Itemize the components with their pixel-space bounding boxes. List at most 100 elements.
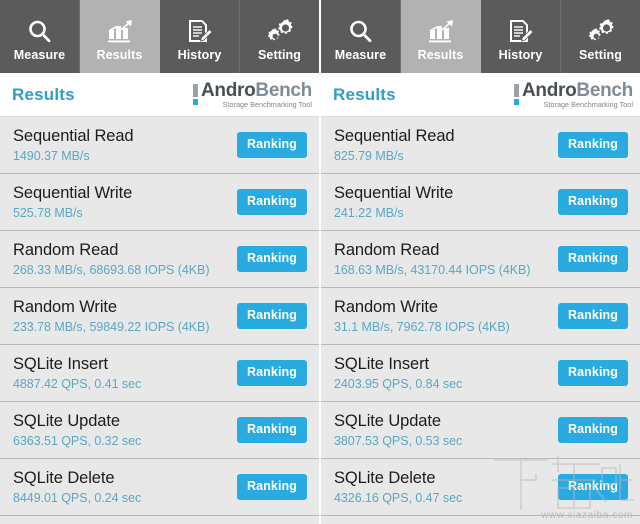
tab-setting[interactable]: Setting: [240, 0, 319, 73]
benchmark-name: SQLite Delete: [334, 468, 436, 487]
tab-history[interactable]: History: [160, 0, 240, 73]
logo-andro: Andro: [200, 79, 256, 101]
row-texts: Sequential Write 525.78 MB/s: [13, 183, 132, 222]
document-pencil-icon: [186, 11, 213, 45]
table-row[interactable]: SQLite Insert 4887.42 QPS, 0.41 sec Rank…: [0, 345, 319, 402]
logo-text: AndroBench Storage Benchmarking Tool: [522, 81, 633, 108]
row-texts: Random Read 268.33 MB/s, 68693.68 IOPS (…: [13, 240, 209, 279]
benchmark-name: SQLite Update: [13, 411, 120, 430]
logo-bars-icon: [192, 83, 198, 106]
benchmark-name: SQLite Delete: [13, 468, 115, 487]
ranking-button[interactable]: Ranking: [557, 474, 628, 500]
logo-bars-icon: [513, 83, 519, 106]
ranking-button[interactable]: Ranking: [557, 132, 628, 158]
table-row[interactable]: Random Write 233.78 MB/s, 59849.22 IOPS …: [0, 288, 319, 345]
tab-measure[interactable]: Measure: [0, 0, 80, 73]
benchmark-value: 4326.16 QPS, 0.47 sec: [334, 490, 463, 505]
page-title: Results: [12, 84, 75, 104]
tab-measure-label: Measure: [334, 48, 387, 62]
row-texts: SQLite Update 3807.53 QPS, 0.53 sec: [334, 411, 462, 450]
ranking-button[interactable]: Ranking: [557, 189, 628, 215]
ranking-button[interactable]: Ranking: [236, 246, 307, 272]
row-texts: SQLite Insert 4887.42 QPS, 0.41 sec: [13, 354, 141, 393]
ranking-button[interactable]: Ranking: [557, 303, 628, 329]
tab-setting[interactable]: Setting: [561, 0, 640, 73]
row-texts: Random Read 168.63 MB/s, 43170.44 IOPS (…: [334, 240, 530, 279]
logo-tagline: Storage Benchmarking Tool: [543, 99, 633, 109]
tab-bar-right: Measure Results History Setting: [321, 0, 640, 73]
row-texts: SQLite Delete 4326.16 QPS, 0.47 sec: [334, 468, 462, 507]
benchmark-value: 3807.53 QPS, 0.53 sec: [334, 433, 463, 448]
panel-right-device: Measure Results History Setting Results …: [321, 0, 640, 524]
benchmark-value: 31.1 MB/s, 7962.78 IOPS (4KB): [334, 319, 510, 334]
benchmark-name: Random Write: [334, 297, 438, 316]
benchmark-value: 525.78 MB/s: [13, 205, 83, 220]
bar-chart-icon: [427, 11, 455, 45]
benchmark-value: 233.78 MB/s, 59849.22 IOPS (4KB): [13, 319, 210, 334]
tab-measure[interactable]: Measure: [321, 0, 401, 73]
table-row[interactable]: Sequential Write 525.78 MB/s Ranking: [0, 174, 319, 231]
tab-setting-label: Setting: [257, 48, 302, 62]
ranking-button[interactable]: Ranking: [236, 303, 307, 329]
tab-setting-label: Setting: [578, 48, 623, 62]
tab-results[interactable]: Results: [80, 0, 160, 73]
benchmark-value: 168.63 MB/s, 43170.44 IOPS (4KB): [334, 262, 531, 277]
row-texts: SQLite Update 6363.51 QPS, 0.32 sec: [13, 411, 141, 450]
result-list-right: Sequential Read 825.79 MB/s Ranking Sequ…: [321, 117, 640, 524]
table-row[interactable]: Sequential Read 1490.37 MB/s Ranking: [0, 117, 319, 174]
row-texts: Random Write 233.78 MB/s, 59849.22 IOPS …: [13, 297, 209, 336]
ranking-button[interactable]: Ranking: [236, 417, 307, 443]
benchmark-value: 6363.51 QPS, 0.32 sec: [13, 433, 142, 448]
logo-text: AndroBench Storage Benchmarking Tool: [201, 81, 312, 108]
table-row[interactable]: Random Write 31.1 MB/s, 7962.78 IOPS (4K…: [321, 288, 640, 345]
tab-history[interactable]: History: [481, 0, 561, 73]
ranking-button[interactable]: Ranking: [236, 132, 307, 158]
benchmark-name: SQLite Insert: [334, 354, 429, 373]
result-list-left: Sequential Read 1490.37 MB/s Ranking Seq…: [0, 117, 319, 524]
ranking-button[interactable]: Ranking: [557, 417, 628, 443]
logo-bench: Bench: [576, 79, 633, 101]
magnifier-icon: [348, 11, 374, 45]
benchmark-name: Sequential Read: [334, 126, 455, 145]
benchmark-name: SQLite Update: [334, 411, 441, 430]
benchmark-value: 825.79 MB/s: [334, 148, 404, 163]
table-row[interactable]: SQLite Delete 4326.16 QPS, 0.47 sec Rank…: [321, 459, 640, 516]
table-row[interactable]: SQLite Update 3807.53 QPS, 0.53 sec Rank…: [321, 402, 640, 459]
document-pencil-icon: [507, 11, 534, 45]
row-texts: Sequential Write 241.22 MB/s: [334, 183, 453, 222]
benchmark-value: 268.33 MB/s, 68693.68 IOPS (4KB): [13, 262, 210, 277]
app-screenshot: Measure Results History Setting Results …: [0, 0, 640, 524]
ranking-button[interactable]: Ranking: [557, 246, 628, 272]
tab-history-label: History: [498, 48, 543, 62]
row-texts: SQLite Insert 2403.95 QPS, 0.84 sec: [334, 354, 462, 393]
panel-left-device: Measure Results History Setting Results …: [0, 0, 319, 524]
logo-tagline: Storage Benchmarking Tool: [222, 99, 312, 109]
table-row[interactable]: Sequential Read 825.79 MB/s Ranking: [321, 117, 640, 174]
benchmark-name: Sequential Write: [13, 183, 133, 202]
benchmark-name: SQLite Insert: [13, 354, 108, 373]
ranking-button[interactable]: Ranking: [236, 474, 307, 500]
tab-results[interactable]: Results: [401, 0, 481, 73]
benchmark-name: Random Read: [334, 240, 440, 259]
benchmark-name: Sequential Write: [334, 183, 454, 202]
benchmark-name: Sequential Read: [13, 126, 134, 145]
ranking-button[interactable]: Ranking: [557, 360, 628, 386]
table-row[interactable]: Random Read 268.33 MB/s, 68693.68 IOPS (…: [0, 231, 319, 288]
tab-results-label: Results: [417, 48, 464, 62]
tab-measure-label: Measure: [13, 48, 66, 62]
ranking-button[interactable]: Ranking: [236, 360, 307, 386]
table-row[interactable]: Sequential Write 241.22 MB/s Ranking: [321, 174, 640, 231]
table-row[interactable]: Random Read 168.63 MB/s, 43170.44 IOPS (…: [321, 231, 640, 288]
page-title: Results: [333, 84, 396, 104]
logo-bench: Bench: [255, 79, 312, 101]
table-row[interactable]: SQLite Update 6363.51 QPS, 0.32 sec Rank…: [0, 402, 319, 459]
ranking-button[interactable]: Ranking: [236, 189, 307, 215]
benchmark-name: Random Write: [13, 297, 117, 316]
row-texts: SQLite Delete 8449.01 QPS, 0.24 sec: [13, 468, 141, 507]
tab-bar-left: Measure Results History Setting: [0, 0, 319, 73]
table-row[interactable]: SQLite Insert 2403.95 QPS, 0.84 sec Rank…: [321, 345, 640, 402]
benchmark-value: 2403.95 QPS, 0.84 sec: [334, 376, 463, 391]
bar-chart-icon: [106, 11, 134, 45]
row-texts: Sequential Read 825.79 MB/s: [334, 126, 455, 165]
table-row[interactable]: SQLite Delete 8449.01 QPS, 0.24 sec Rank…: [0, 459, 319, 516]
